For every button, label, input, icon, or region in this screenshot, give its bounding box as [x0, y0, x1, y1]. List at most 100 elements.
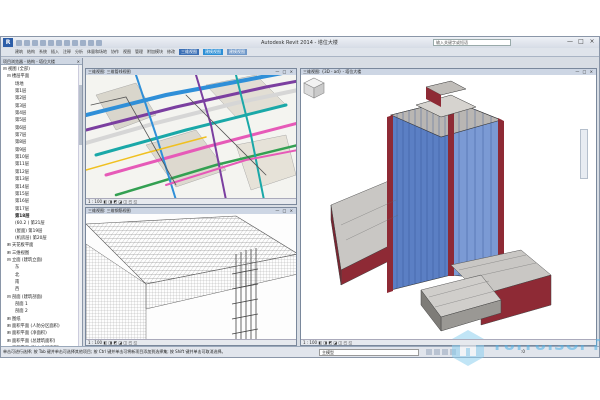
tree-item[interactable]: 第7层	[1, 132, 82, 139]
tree-item[interactable]: ⊞ 天花板平面	[1, 242, 82, 249]
scroll-thumb[interactable]	[79, 85, 82, 145]
tree-item[interactable]: 第12层	[1, 169, 82, 176]
revit-logo-icon[interactable]: R	[3, 38, 13, 47]
ribbon-tab[interactable]: 插入	[51, 49, 59, 55]
view-window-controls[interactable]: — □ ×	[275, 69, 294, 75]
close-hidden-icon[interactable]	[96, 39, 102, 46]
maximize-button[interactable]: □	[577, 38, 585, 45]
save-icon[interactable]	[24, 39, 30, 46]
3d-view-icon[interactable]	[72, 39, 78, 46]
tree-item[interactable]: 剖面 1	[1, 301, 82, 308]
building-3d-view[interactable]: 三维视图: {3D - ad} - 塔位大楼 — □ × 1: 100 ◧ ◨…	[300, 68, 597, 346]
tree-item[interactable]: ⊟ 视图 (全部)	[1, 66, 82, 73]
tree-item[interactable]: 剖面 2	[1, 308, 82, 315]
ribbon-tab[interactable]: 系统	[39, 49, 47, 55]
tree-item[interactable]: 北	[1, 272, 82, 279]
view-title-text: 三维视图: 三维管线视图	[88, 69, 131, 74]
tree-item[interactable]: (60.2 ) 第21层	[1, 220, 82, 227]
tree-item[interactable]: ⊟ 立面 (建筑立面)	[1, 257, 82, 264]
tree-item[interactable]: ⊞ 面积平面 (净面积)	[1, 330, 82, 337]
view-control-bar[interactable]: 1 : 100 ◧ ◨ ◩ ◪ ◫ ◰ ◱	[301, 339, 596, 345]
project-browser-close-button[interactable]: ×	[77, 58, 80, 65]
view-title-text: 三维视图: 三维钢筋视图	[88, 208, 131, 213]
tree-item[interactable]: 第4层	[1, 110, 82, 117]
building-model-graphic	[301, 75, 596, 341]
project-browser: 项目浏览器 - 结构 - 塔位大楼 × ⊟ 视图 (全部) ⊟ 楼层平面 场地 第1层…	[1, 58, 83, 351]
ribbon-tab[interactable]: 视图	[123, 49, 131, 55]
tree-item[interactable]: ⊟ 剖面 (建筑剖面)	[1, 294, 82, 301]
project-browser-scrollbar[interactable]	[78, 65, 82, 346]
view-window-controls[interactable]: — □ ×	[575, 69, 594, 75]
minimize-button[interactable]: —	[566, 38, 574, 45]
ribbon-tab[interactable]: 建模视图	[227, 49, 247, 55]
tree-item[interactable]: 西	[1, 286, 82, 293]
measure-icon[interactable]	[56, 39, 62, 46]
rebar-model-graphic	[86, 214, 296, 341]
view-title-text: 三维视图: {3D - ad} - 塔位大楼	[303, 69, 362, 74]
ribbon-tab[interactable]: 分析	[75, 49, 83, 55]
ribbon-tab[interactable]: 注释	[63, 49, 71, 55]
ribbon-tab[interactable]: 协作	[111, 49, 119, 55]
tree-item[interactable]: ⊟ 楼层平面	[1, 73, 82, 80]
undo-icon[interactable]	[32, 39, 38, 46]
tree-item[interactable]: 第1层	[1, 88, 82, 95]
tree-item[interactable]: 东	[1, 264, 82, 271]
mep-model-graphic	[86, 75, 296, 200]
tree-item[interactable]: 第5层	[1, 117, 82, 124]
tree-item[interactable]: ⊞ 面积平面 (人防分区面积)	[1, 323, 82, 330]
tree-item[interactable]: 第9层	[1, 147, 82, 154]
tree-item[interactable]: 第10层	[1, 154, 82, 161]
tree-item[interactable]: 第3层	[1, 103, 82, 110]
tree-item[interactable]: 第16层	[1, 198, 82, 205]
mep-3d-view[interactable]: 三维视图: 三维管线视图 — □ × 1: 100 ◧ ◨ ◩ ◪ ◫ ◰ ◱	[85, 68, 297, 205]
ribbon-tab[interactable]: 结构	[27, 49, 35, 55]
ribbon-tab[interactable]: 修改	[167, 49, 175, 55]
open-icon[interactable]	[16, 39, 22, 46]
revit-window: R Autodesk Revit 2014 - 塔位大楼 输入关键字或短语 — …	[0, 36, 600, 358]
tree-item[interactable]: 第6层	[1, 125, 82, 132]
tree-item[interactable]: ⊞ 三维视图	[1, 250, 82, 257]
ribbon-tab[interactable]: 体量和场地	[87, 49, 107, 55]
ribbon-tab[interactable]: 管理	[135, 49, 143, 55]
view-control-bar[interactable]: 1 : 100 ◧ ◨ ◩ ◪ ◫ ◰ ◱	[86, 198, 296, 204]
tree-item[interactable]: 第18层	[1, 213, 82, 220]
workset-dropdown[interactable]: 主模型	[319, 349, 419, 356]
tree-item[interactable]: 场地	[1, 81, 82, 88]
window-controls: — □ ×	[566, 38, 596, 45]
close-button[interactable]: ×	[588, 38, 596, 45]
tree-item[interactable]: 第2层	[1, 95, 82, 102]
view-title: 三维视图: {3D - ad} - 塔位大楼 — □ ×	[301, 69, 596, 75]
tree-item[interactable]: 第11层	[1, 161, 82, 168]
rebar-3d-view[interactable]: 三维视图: 三维钢筋视图 — □ × 1: 100 ◧ ◨ ◩ ◪ ◫ ◰ ◱	[85, 207, 297, 346]
tree-item[interactable]: (屋面) 第19层	[1, 228, 82, 235]
tree-item[interactable]: 第17层	[1, 206, 82, 213]
select-links-icon[interactable]	[434, 349, 440, 355]
ribbon-tab[interactable]: 三维视图	[179, 49, 199, 55]
ribbon-tab[interactable]: 建筑	[15, 49, 23, 55]
redo-icon[interactable]	[40, 39, 46, 46]
project-browser-title-text: 项目浏览器 - 结构 - 塔位大楼	[3, 59, 55, 64]
filter-icon[interactable]	[426, 349, 432, 355]
view-control-bar[interactable]: 1 : 100 ◧ ◨ ◩ ◪ ◫ ◰ ◱	[86, 339, 296, 345]
print-icon[interactable]	[48, 39, 54, 46]
ribbon-tab[interactable]: 建模视图	[203, 49, 223, 55]
navigation-bar[interactable]	[580, 129, 588, 179]
section-icon[interactable]	[80, 39, 86, 46]
viewcube-icon[interactable]	[301, 75, 327, 101]
tree-item[interactable]: ⊞ 图纸	[1, 316, 82, 323]
tree-item[interactable]: 第8层	[1, 139, 82, 146]
view-title: 三维视图: 三维钢筋视图 — □ ×	[86, 208, 296, 214]
tree-item[interactable]: 第15层	[1, 191, 82, 198]
ribbon-tab[interactable]: 附加模块	[147, 49, 163, 55]
tree-item[interactable]: ⊞ 面积平面 (总建筑面积)	[1, 338, 82, 345]
tree-item[interactable]: 第13层	[1, 176, 82, 183]
tree-item[interactable]: 第14层	[1, 184, 82, 191]
help-search-input[interactable]: 输入关键字或短语	[433, 39, 511, 46]
tree-item[interactable]: 南	[1, 279, 82, 286]
tree-item[interactable]: (机房层) 第20层	[1, 235, 82, 242]
view-window-controls[interactable]: — □ ×	[275, 208, 294, 214]
ribbon-tabs: 建筑 结构 系统 插入 注释 分析 体量和场地 协作 视图 管理 附加模块 修改 三维视图 建模视图 建模视…	[1, 48, 599, 57]
thin-lines-icon[interactable]	[88, 39, 94, 46]
view-tree: ⊟ 视图 (全部) ⊟ 楼层平面 场地 第1层 第2层 第3层 第4层 第5层 第6层 第7层 第8…	[1, 65, 82, 352]
text-icon[interactable]	[64, 39, 70, 46]
